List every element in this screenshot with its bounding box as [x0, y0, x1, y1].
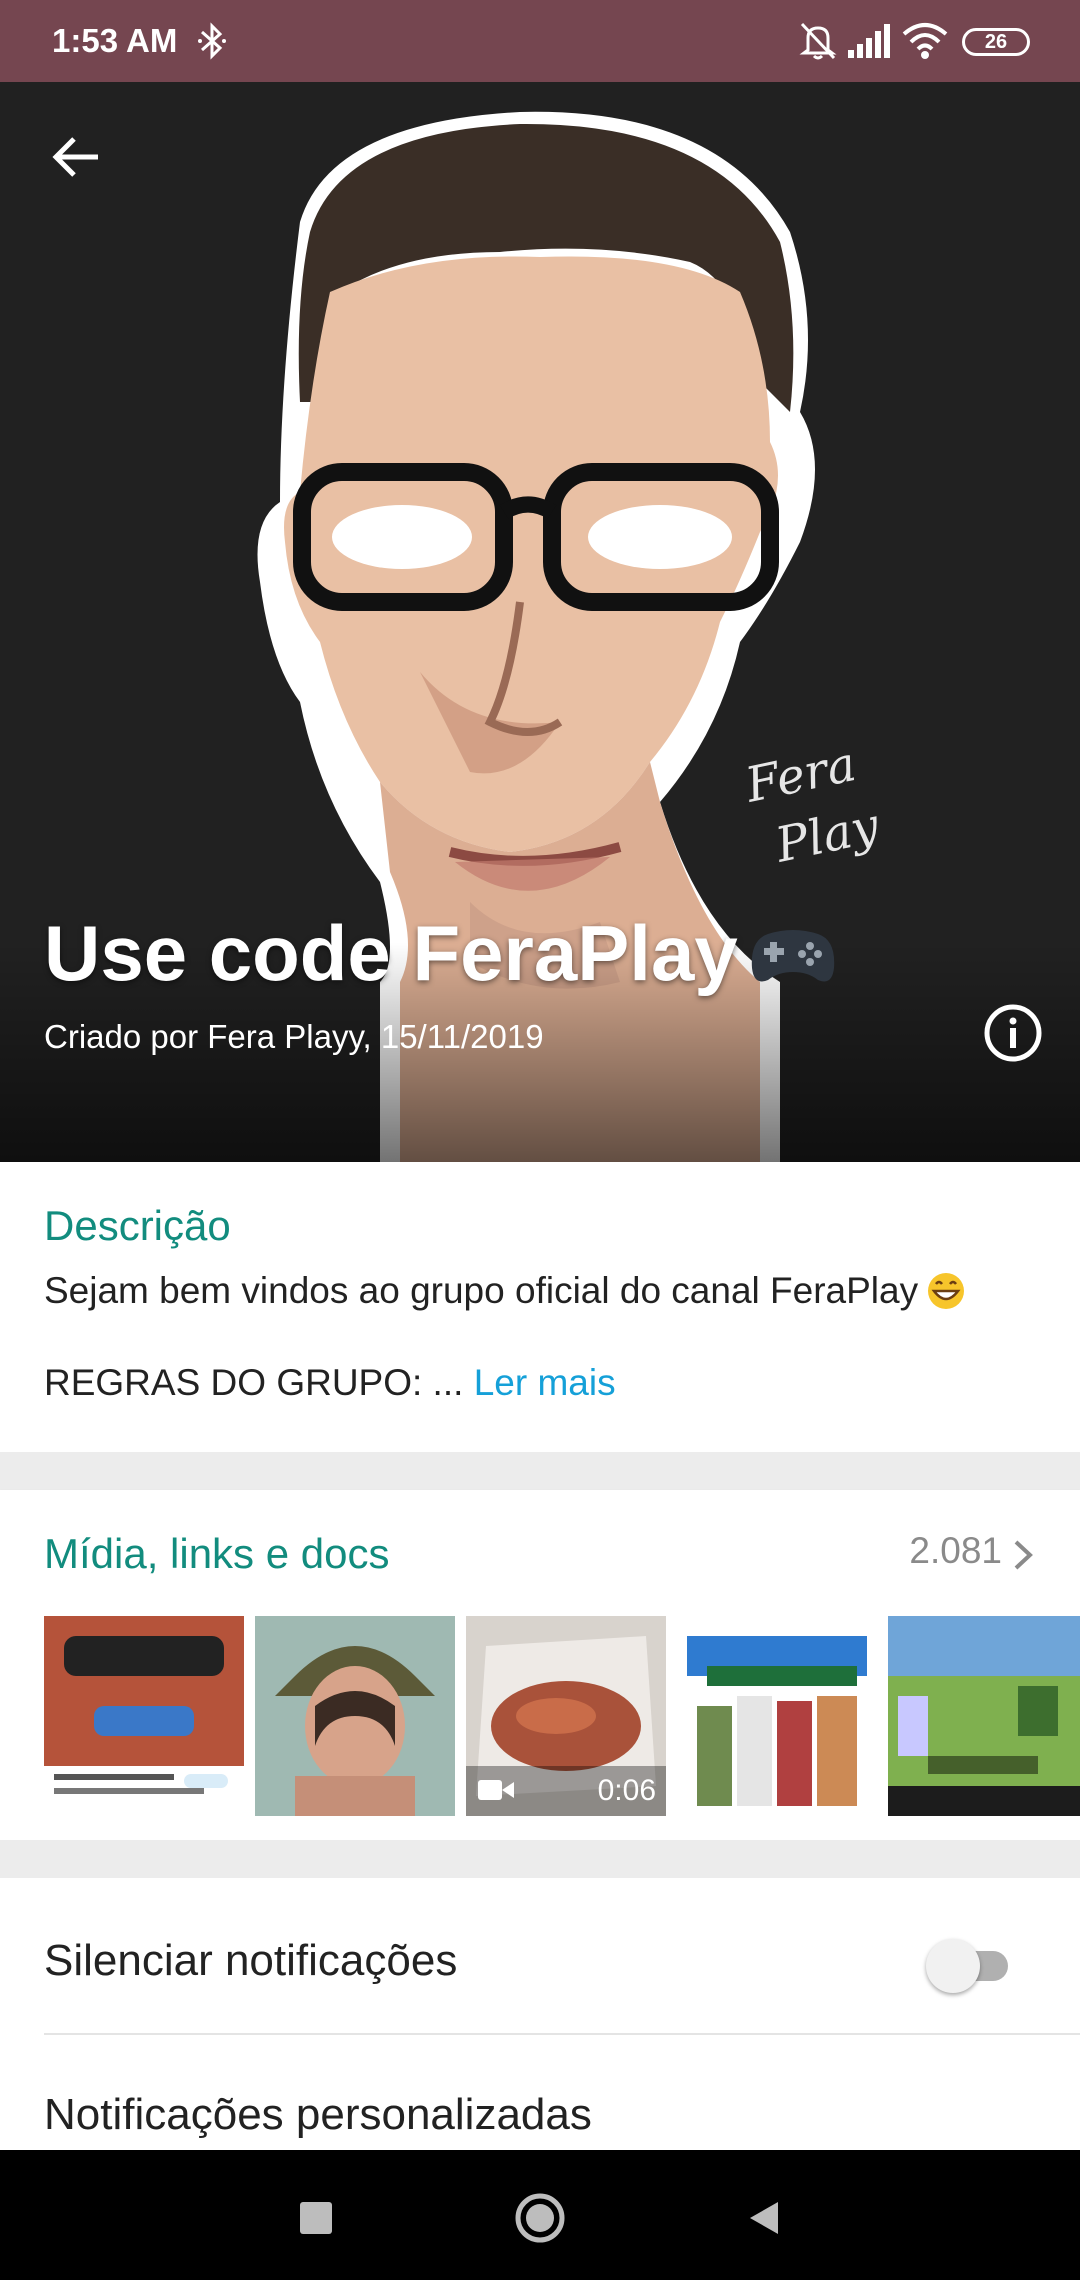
media-thumb-5[interactable] — [888, 1616, 1080, 1816]
description-section: Descrição Sejam bem vindos ao grupo ofic… — [0, 1162, 1080, 1452]
description-rules: REGRAS DO GRUPO: ... Ler mais — [44, 1362, 616, 1403]
section-gap — [0, 1840, 1080, 1878]
media-count[interactable]: 2.081 — [909, 1530, 1002, 1572]
info-icon[interactable] — [980, 1000, 1046, 1066]
description-text: Sejam bem vindos ao grupo oficial do can… — [44, 1270, 966, 1312]
media-heading: Mídia, links e docs — [44, 1530, 390, 1577]
bluetooth-icon — [198, 22, 226, 60]
divider — [44, 2033, 1080, 2035]
recents-icon[interactable] — [286, 2188, 346, 2248]
media-thumb-1[interactable] — [44, 1616, 244, 1816]
group-title: Use code FeraPlay — [44, 909, 738, 997]
status-time: 1:53 AM — [52, 22, 178, 59]
media-thumb-3[interactable]: 0:06 — [466, 1616, 666, 1816]
bell-off-icon — [799, 22, 837, 60]
chevron-right-icon[interactable] — [1010, 1538, 1036, 1572]
grinning-face-icon — [928, 1273, 965, 1309]
mute-notifications-toggle[interactable] — [924, 1933, 1020, 1993]
status-bar: 1:53 AM 26 — [0, 0, 1080, 82]
wifi-icon — [902, 23, 948, 59]
home-icon[interactable] — [510, 2188, 570, 2248]
settings-section: Silenciar notificações Notificações pers… — [0, 1878, 1080, 2150]
video-duration: 0:06 — [597, 1774, 656, 1807]
watermark-text: Fera — [740, 736, 861, 814]
custom-notifications-label[interactable]: Notificações personalizadas — [44, 2090, 592, 2140]
video-camera-icon — [478, 1780, 514, 1800]
group-photo[interactable]: Fera Play — [0, 82, 1080, 1162]
media-thumb-4[interactable] — [677, 1616, 877, 1816]
media-section[interactable]: Mídia, links e docs 2.081 0:06 — [0, 1490, 1080, 1840]
description-heading: Descrição — [44, 1202, 231, 1249]
back-arrow-icon[interactable] — [40, 120, 114, 194]
read-more-link[interactable]: Ler mais — [474, 1362, 616, 1403]
game-controller-icon — [751, 930, 835, 982]
toggle-knob — [926, 1939, 980, 1993]
battery-icon: 26 — [962, 28, 1030, 56]
svg-text:Play: Play — [770, 797, 885, 874]
media-thumb-2[interactable] — [255, 1616, 455, 1816]
navigation-bar — [0, 2150, 1080, 2280]
mute-notifications-label[interactable]: Silenciar notificações — [44, 1936, 457, 1986]
back-nav-icon[interactable] — [734, 2188, 794, 2248]
signal-icon — [848, 24, 890, 58]
section-gap — [0, 1452, 1080, 1490]
group-subtitle: Criado por Fera Playy, 15/11/2019 — [44, 1018, 544, 1055]
